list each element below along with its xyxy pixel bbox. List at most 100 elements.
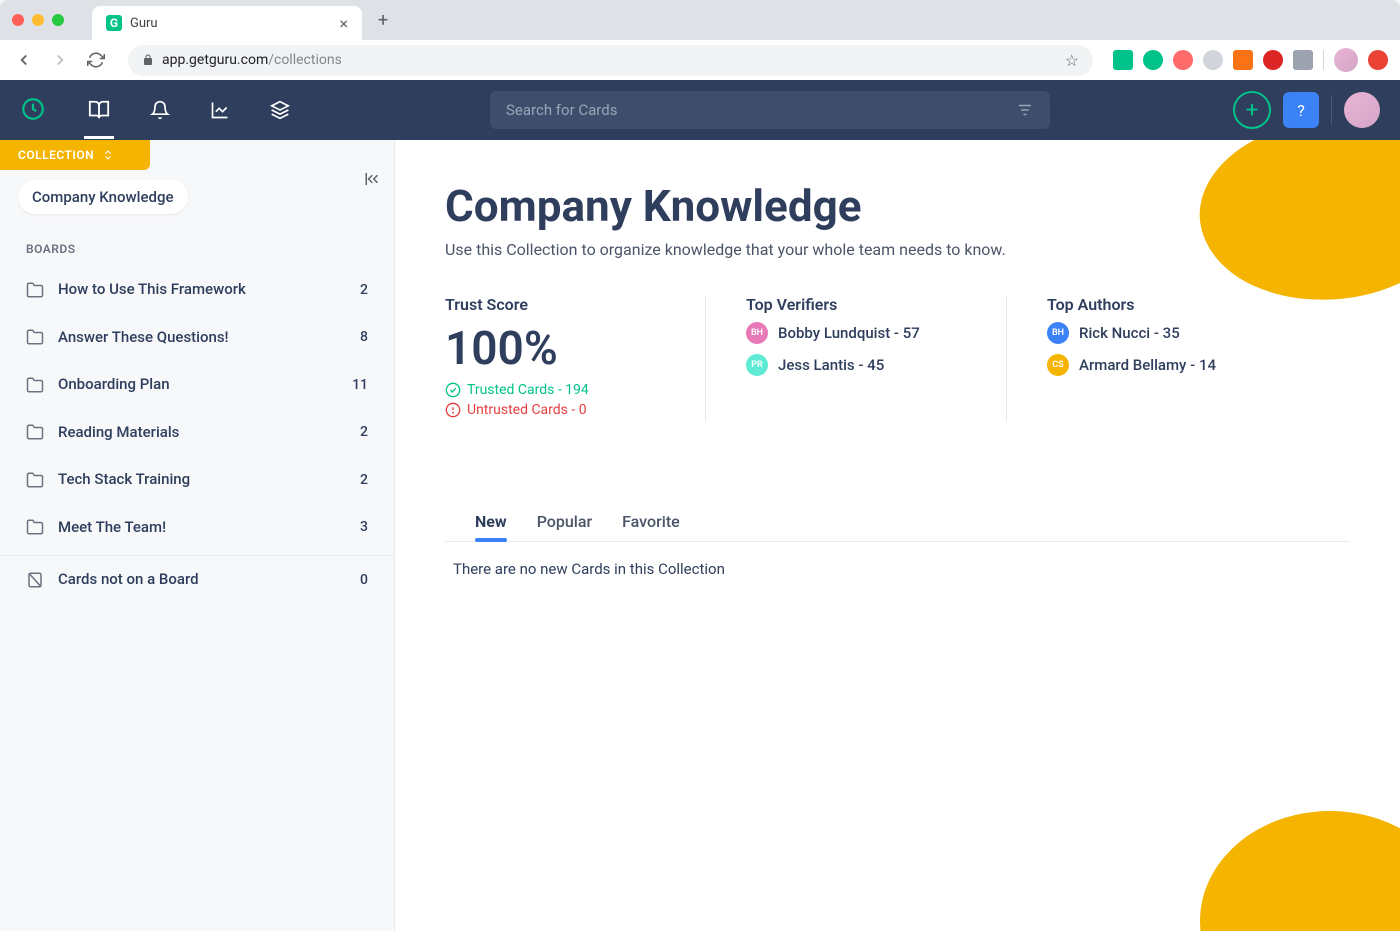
board-item[interactable]: Meet The Team! 3: [0, 504, 394, 552]
tab-new[interactable]: New: [475, 502, 507, 541]
top-verifiers-block: Top Verifiers BHBobby Lundquist - 57 PR Je…: [746, 295, 966, 422]
new-tab-button[interactable]: +: [370, 10, 396, 31]
header-nav: [88, 81, 290, 139]
nav-stack[interactable]: [270, 82, 290, 138]
main-content: Company Knowledge Use this Collection to…: [395, 140, 1400, 931]
maximize-window-button[interactable]: [52, 14, 64, 26]
avatar: BH: [746, 322, 768, 344]
board-item[interactable]: Reading Materials 2: [0, 409, 394, 457]
chrome-profile-avatar[interactable]: [1334, 48, 1358, 72]
folder-icon: [26, 281, 44, 299]
extension-icons: [1113, 48, 1388, 72]
tab-favorite[interactable]: Favorite: [622, 502, 680, 541]
check-circle-icon: [445, 382, 461, 398]
browser-tab[interactable]: G Guru ×: [92, 6, 362, 40]
minimize-window-button[interactable]: [32, 14, 44, 26]
board-name: Cards not on a Board: [58, 570, 346, 590]
board-item[interactable]: Onboarding Plan 11: [0, 361, 394, 409]
tab-popular[interactable]: Popular: [537, 502, 592, 541]
close-tab-icon[interactable]: ×: [339, 14, 348, 33]
board-name: Answer These Questions!: [58, 328, 346, 348]
board-count: 2: [360, 282, 368, 298]
folder-icon: [26, 376, 44, 394]
top-authors-label: Top Authors: [1047, 295, 1267, 314]
stat-divider: [705, 295, 706, 422]
person-text: Armard Bellamy - 14: [1079, 356, 1216, 374]
person-line[interactable]: CSArmard Bellamy - 14: [1047, 354, 1267, 376]
person-line[interactable]: BHRick Nucci - 35: [1047, 322, 1267, 344]
board-count: 11: [352, 377, 368, 393]
board-name: Tech Stack Training: [58, 470, 346, 490]
guru-ext-icon[interactable]: [1113, 50, 1133, 70]
decorative-blob: [1200, 811, 1400, 931]
divider: [1331, 95, 1332, 125]
collection-pill[interactable]: Company Knowledge: [18, 180, 188, 214]
stat-divider: [1006, 295, 1007, 422]
bookmark-star-icon[interactable]: ☆: [1065, 51, 1079, 70]
user-avatar[interactable]: [1344, 92, 1380, 128]
collection-header[interactable]: COLLECTION: [0, 140, 150, 170]
header-actions: + ?: [1233, 91, 1380, 129]
ext-icon-2[interactable]: [1143, 50, 1163, 70]
alert-circle-icon: [445, 402, 461, 418]
help-button[interactable]: ?: [1283, 92, 1319, 128]
nav-library[interactable]: [88, 81, 110, 139]
boards-label: BOARDS: [0, 224, 394, 266]
sidebar: COLLECTION Company Knowledge BOARDS How …: [0, 140, 395, 931]
search-input[interactable]: [506, 101, 1016, 119]
nav-analytics[interactable]: [210, 82, 230, 138]
url-text: app.getguru.com/collections: [162, 52, 342, 68]
app-body: COLLECTION Company Knowledge BOARDS How …: [0, 140, 1400, 931]
page-description: Use this Collection to organize knowledg…: [445, 240, 1350, 259]
stats-row: Trust Score 100% Trusted Cards - 194 Unt…: [445, 295, 1350, 422]
ext-icon-3[interactable]: [1173, 50, 1193, 70]
top-verifiers-label: Top Verifiers: [746, 295, 966, 314]
board-item[interactable]: Answer These Questions!8: [0, 314, 394, 362]
trust-score-block: Trust Score 100% Trusted Cards - 194 Unt…: [445, 295, 665, 422]
person-text: Jess Lantis - 45: [778, 356, 884, 374]
board-count: 3: [360, 519, 368, 535]
folder-icon: [26, 423, 44, 441]
ext-icon-6[interactable]: [1263, 50, 1283, 70]
collection-label: COLLECTION: [18, 148, 94, 162]
avatar: PR: [746, 354, 768, 376]
board-item[interactable]: Tech Stack Training 2: [0, 456, 394, 504]
board-count: 2: [360, 472, 368, 488]
trust-score-label: Trust Score: [445, 295, 665, 314]
board-count: 2: [360, 424, 368, 440]
board-list: How to Use This Framework2Answer These Q…: [0, 266, 394, 551]
trust-score-value: 100%: [445, 322, 665, 376]
ext-icon-5[interactable]: [1233, 50, 1253, 70]
cards-not-on-board[interactable]: Cards not on a Board 0: [0, 556, 394, 604]
folder-icon: [26, 471, 44, 489]
close-window-button[interactable]: [12, 14, 24, 26]
person-line[interactable]: PR Jess Lantis - 45: [746, 354, 966, 376]
board-name: Onboarding Plan: [58, 375, 338, 395]
tabs-section: New Popular Favorite There are no new Card…: [445, 502, 1350, 596]
forward-button[interactable]: [48, 51, 72, 69]
board-name: Meet The Team!: [58, 518, 346, 538]
board-item[interactable]: How to Use This Framework2: [0, 266, 394, 314]
guru-logo-icon[interactable]: [20, 96, 48, 124]
url-field[interactable]: app.getguru.com/collections ☆: [128, 45, 1093, 76]
board-name: Reading Materials: [58, 423, 346, 443]
untrusted-cards-line: Untrusted Cards - 0: [445, 402, 665, 418]
reload-button[interactable]: [84, 51, 108, 69]
ext-icon-alert[interactable]: [1368, 50, 1388, 70]
nav-notifications[interactable]: [150, 82, 170, 138]
tab-empty-message: There are no new Cards in this Collectio…: [445, 542, 1350, 596]
browser-toolbar: app.getguru.com/collections ☆: [0, 40, 1400, 80]
content-tabs: New Popular Favorite: [445, 502, 1350, 542]
window-controls: [12, 14, 64, 26]
person-line[interactable]: BHBobby Lundquist - 57: [746, 322, 966, 344]
filter-icon[interactable]: [1016, 101, 1034, 119]
add-button[interactable]: +: [1233, 91, 1271, 129]
app-header: + ?: [0, 80, 1400, 140]
tab-title: Guru: [130, 16, 331, 31]
ext-icon-4[interactable]: [1203, 50, 1223, 70]
collapse-sidebar-icon[interactable]: [364, 170, 382, 188]
camera-ext-icon[interactable]: [1293, 50, 1313, 70]
search-box[interactable]: [490, 91, 1050, 129]
back-button[interactable]: [12, 51, 36, 69]
person-text: Rick Nucci - 35: [1079, 324, 1180, 342]
